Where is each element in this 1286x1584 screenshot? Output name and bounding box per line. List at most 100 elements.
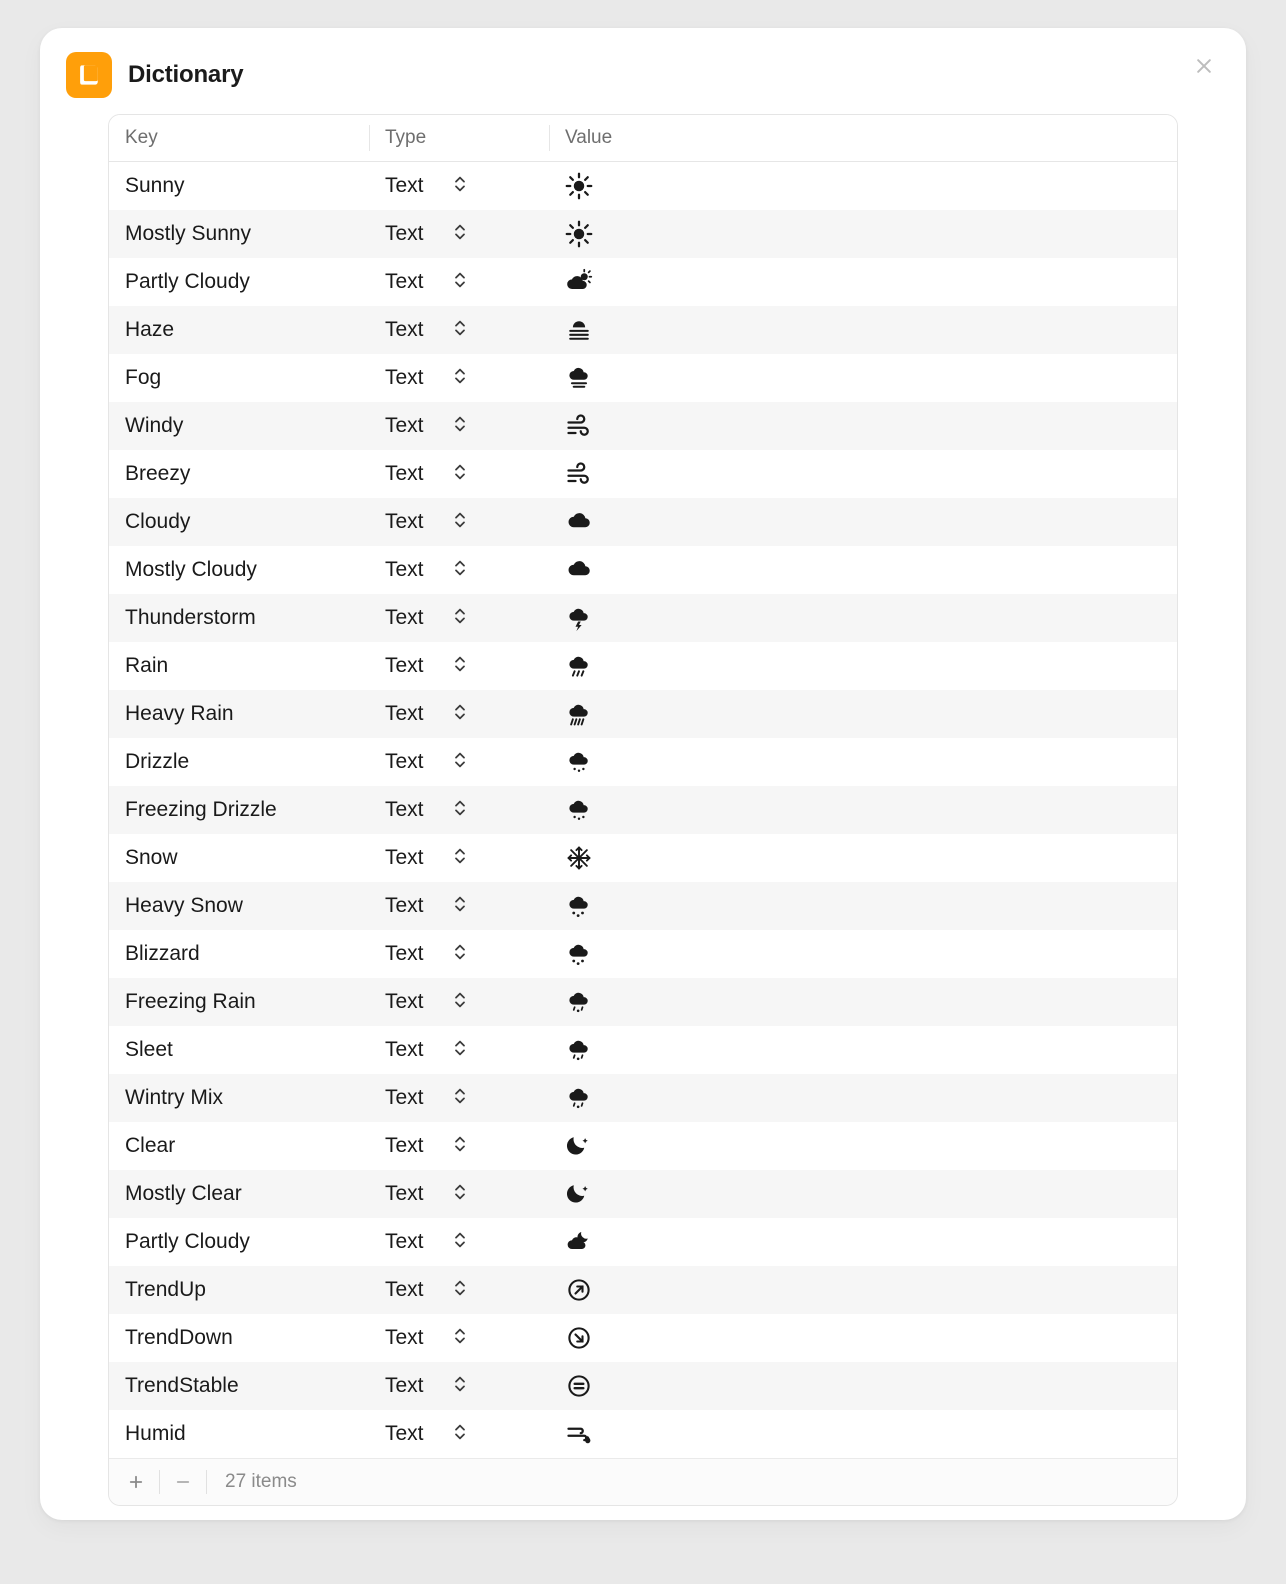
key-cell[interactable]: Thunderstorm <box>109 596 369 640</box>
type-stepper[interactable] <box>452 702 472 726</box>
value-cell[interactable] <box>549 978 1177 1026</box>
value-cell[interactable] <box>549 1122 1177 1170</box>
table-row[interactable]: Drizzle Text <box>109 738 1177 786</box>
type-cell[interactable]: Text <box>369 884 549 928</box>
key-cell[interactable]: Sunny <box>109 164 369 208</box>
type-stepper[interactable] <box>452 990 472 1014</box>
type-cell[interactable]: Text <box>369 788 549 832</box>
column-key[interactable]: Key <box>109 115 369 161</box>
column-value[interactable]: Value <box>549 115 1177 161</box>
table-row[interactable]: Windy Text <box>109 402 1177 450</box>
table-row[interactable]: TrendDown Text <box>109 1314 1177 1362</box>
type-stepper[interactable] <box>452 558 472 582</box>
table-row[interactable]: Wintry Mix Text <box>109 1074 1177 1122</box>
key-cell[interactable]: Sleet <box>109 1028 369 1072</box>
value-cell[interactable] <box>549 738 1177 786</box>
key-cell[interactable]: Cloudy <box>109 500 369 544</box>
type-cell[interactable]: Text <box>369 644 549 688</box>
type-stepper[interactable] <box>452 270 472 294</box>
type-cell[interactable]: Text <box>369 260 549 304</box>
table-row[interactable]: Partly Cloudy Text <box>109 1218 1177 1266</box>
value-cell[interactable] <box>549 882 1177 930</box>
type-cell[interactable]: Text <box>369 1316 549 1360</box>
table-row[interactable]: Freezing Drizzle Text <box>109 786 1177 834</box>
type-stepper[interactable] <box>452 1134 472 1158</box>
type-cell[interactable]: Text <box>369 1076 549 1120</box>
key-cell[interactable]: Windy <box>109 404 369 448</box>
key-cell[interactable]: Breezy <box>109 452 369 496</box>
table-row[interactable]: Sleet Text <box>109 1026 1177 1074</box>
type-stepper[interactable] <box>452 1182 472 1206</box>
value-cell[interactable] <box>549 642 1177 690</box>
key-cell[interactable]: TrendStable <box>109 1364 369 1408</box>
add-row-button[interactable] <box>123 1469 149 1495</box>
key-cell[interactable]: Rain <box>109 644 369 688</box>
table-row[interactable]: Blizzard Text <box>109 930 1177 978</box>
value-cell[interactable] <box>549 930 1177 978</box>
table-row[interactable]: Freezing Rain Text <box>109 978 1177 1026</box>
value-cell[interactable] <box>549 1026 1177 1074</box>
type-cell[interactable]: Text <box>369 692 549 736</box>
type-cell[interactable]: Text <box>369 404 549 448</box>
type-cell[interactable]: Text <box>369 1028 549 1072</box>
type-stepper[interactable] <box>452 1038 472 1062</box>
table-row[interactable]: TrendUp Text <box>109 1266 1177 1314</box>
key-cell[interactable]: TrendDown <box>109 1316 369 1360</box>
type-stepper[interactable] <box>452 174 472 198</box>
type-stepper[interactable] <box>452 894 472 918</box>
type-cell[interactable]: Text <box>369 1412 549 1456</box>
key-cell[interactable]: Freezing Drizzle <box>109 788 369 832</box>
table-row[interactable]: Cloudy Text <box>109 498 1177 546</box>
type-cell[interactable]: Text <box>369 500 549 544</box>
table-row[interactable]: Heavy Snow Text <box>109 882 1177 930</box>
type-stepper[interactable] <box>452 750 472 774</box>
value-cell[interactable] <box>549 690 1177 738</box>
type-cell[interactable]: Text <box>369 212 549 256</box>
value-cell[interactable] <box>549 1314 1177 1362</box>
type-cell[interactable]: Text <box>369 452 549 496</box>
type-stepper[interactable] <box>452 846 472 870</box>
table-row[interactable]: Snow Text <box>109 834 1177 882</box>
type-cell[interactable]: Text <box>369 1124 549 1168</box>
type-cell[interactable]: Text <box>369 1172 549 1216</box>
key-cell[interactable]: Wintry Mix <box>109 1076 369 1120</box>
type-cell[interactable]: Text <box>369 932 549 976</box>
type-cell[interactable]: Text <box>369 164 549 208</box>
key-cell[interactable]: Drizzle <box>109 740 369 784</box>
table-row[interactable]: Thunderstorm Text <box>109 594 1177 642</box>
type-stepper[interactable] <box>452 1278 472 1302</box>
key-cell[interactable]: Fog <box>109 356 369 400</box>
type-stepper[interactable] <box>452 462 472 486</box>
key-cell[interactable]: Heavy Rain <box>109 692 369 736</box>
value-cell[interactable] <box>549 258 1177 306</box>
type-cell[interactable]: Text <box>369 308 549 352</box>
key-cell[interactable]: Heavy Snow <box>109 884 369 928</box>
value-cell[interactable] <box>549 210 1177 258</box>
type-stepper[interactable] <box>452 1230 472 1254</box>
value-cell[interactable] <box>549 354 1177 402</box>
table-row[interactable]: Mostly Clear Text <box>109 1170 1177 1218</box>
key-cell[interactable]: Partly Cloudy <box>109 1220 369 1264</box>
type-stepper[interactable] <box>452 942 472 966</box>
type-cell[interactable]: Text <box>369 1268 549 1312</box>
type-stepper[interactable] <box>452 1374 472 1398</box>
value-cell[interactable] <box>549 1410 1177 1458</box>
table-row[interactable]: Haze Text <box>109 306 1177 354</box>
type-stepper[interactable] <box>452 222 472 246</box>
value-cell[interactable] <box>549 402 1177 450</box>
type-cell[interactable]: Text <box>369 836 549 880</box>
value-cell[interactable] <box>549 594 1177 642</box>
key-cell[interactable]: Blizzard <box>109 932 369 976</box>
type-stepper[interactable] <box>452 414 472 438</box>
type-cell[interactable]: Text <box>369 356 549 400</box>
value-cell[interactable] <box>549 834 1177 882</box>
remove-row-button[interactable] <box>170 1469 196 1495</box>
type-stepper[interactable] <box>452 318 472 342</box>
type-cell[interactable]: Text <box>369 596 549 640</box>
type-cell[interactable]: Text <box>369 1364 549 1408</box>
key-cell[interactable]: Mostly Cloudy <box>109 548 369 592</box>
key-cell[interactable]: Mostly Sunny <box>109 212 369 256</box>
type-stepper[interactable] <box>452 1326 472 1350</box>
type-stepper[interactable] <box>452 510 472 534</box>
column-type[interactable]: Type <box>369 115 549 161</box>
